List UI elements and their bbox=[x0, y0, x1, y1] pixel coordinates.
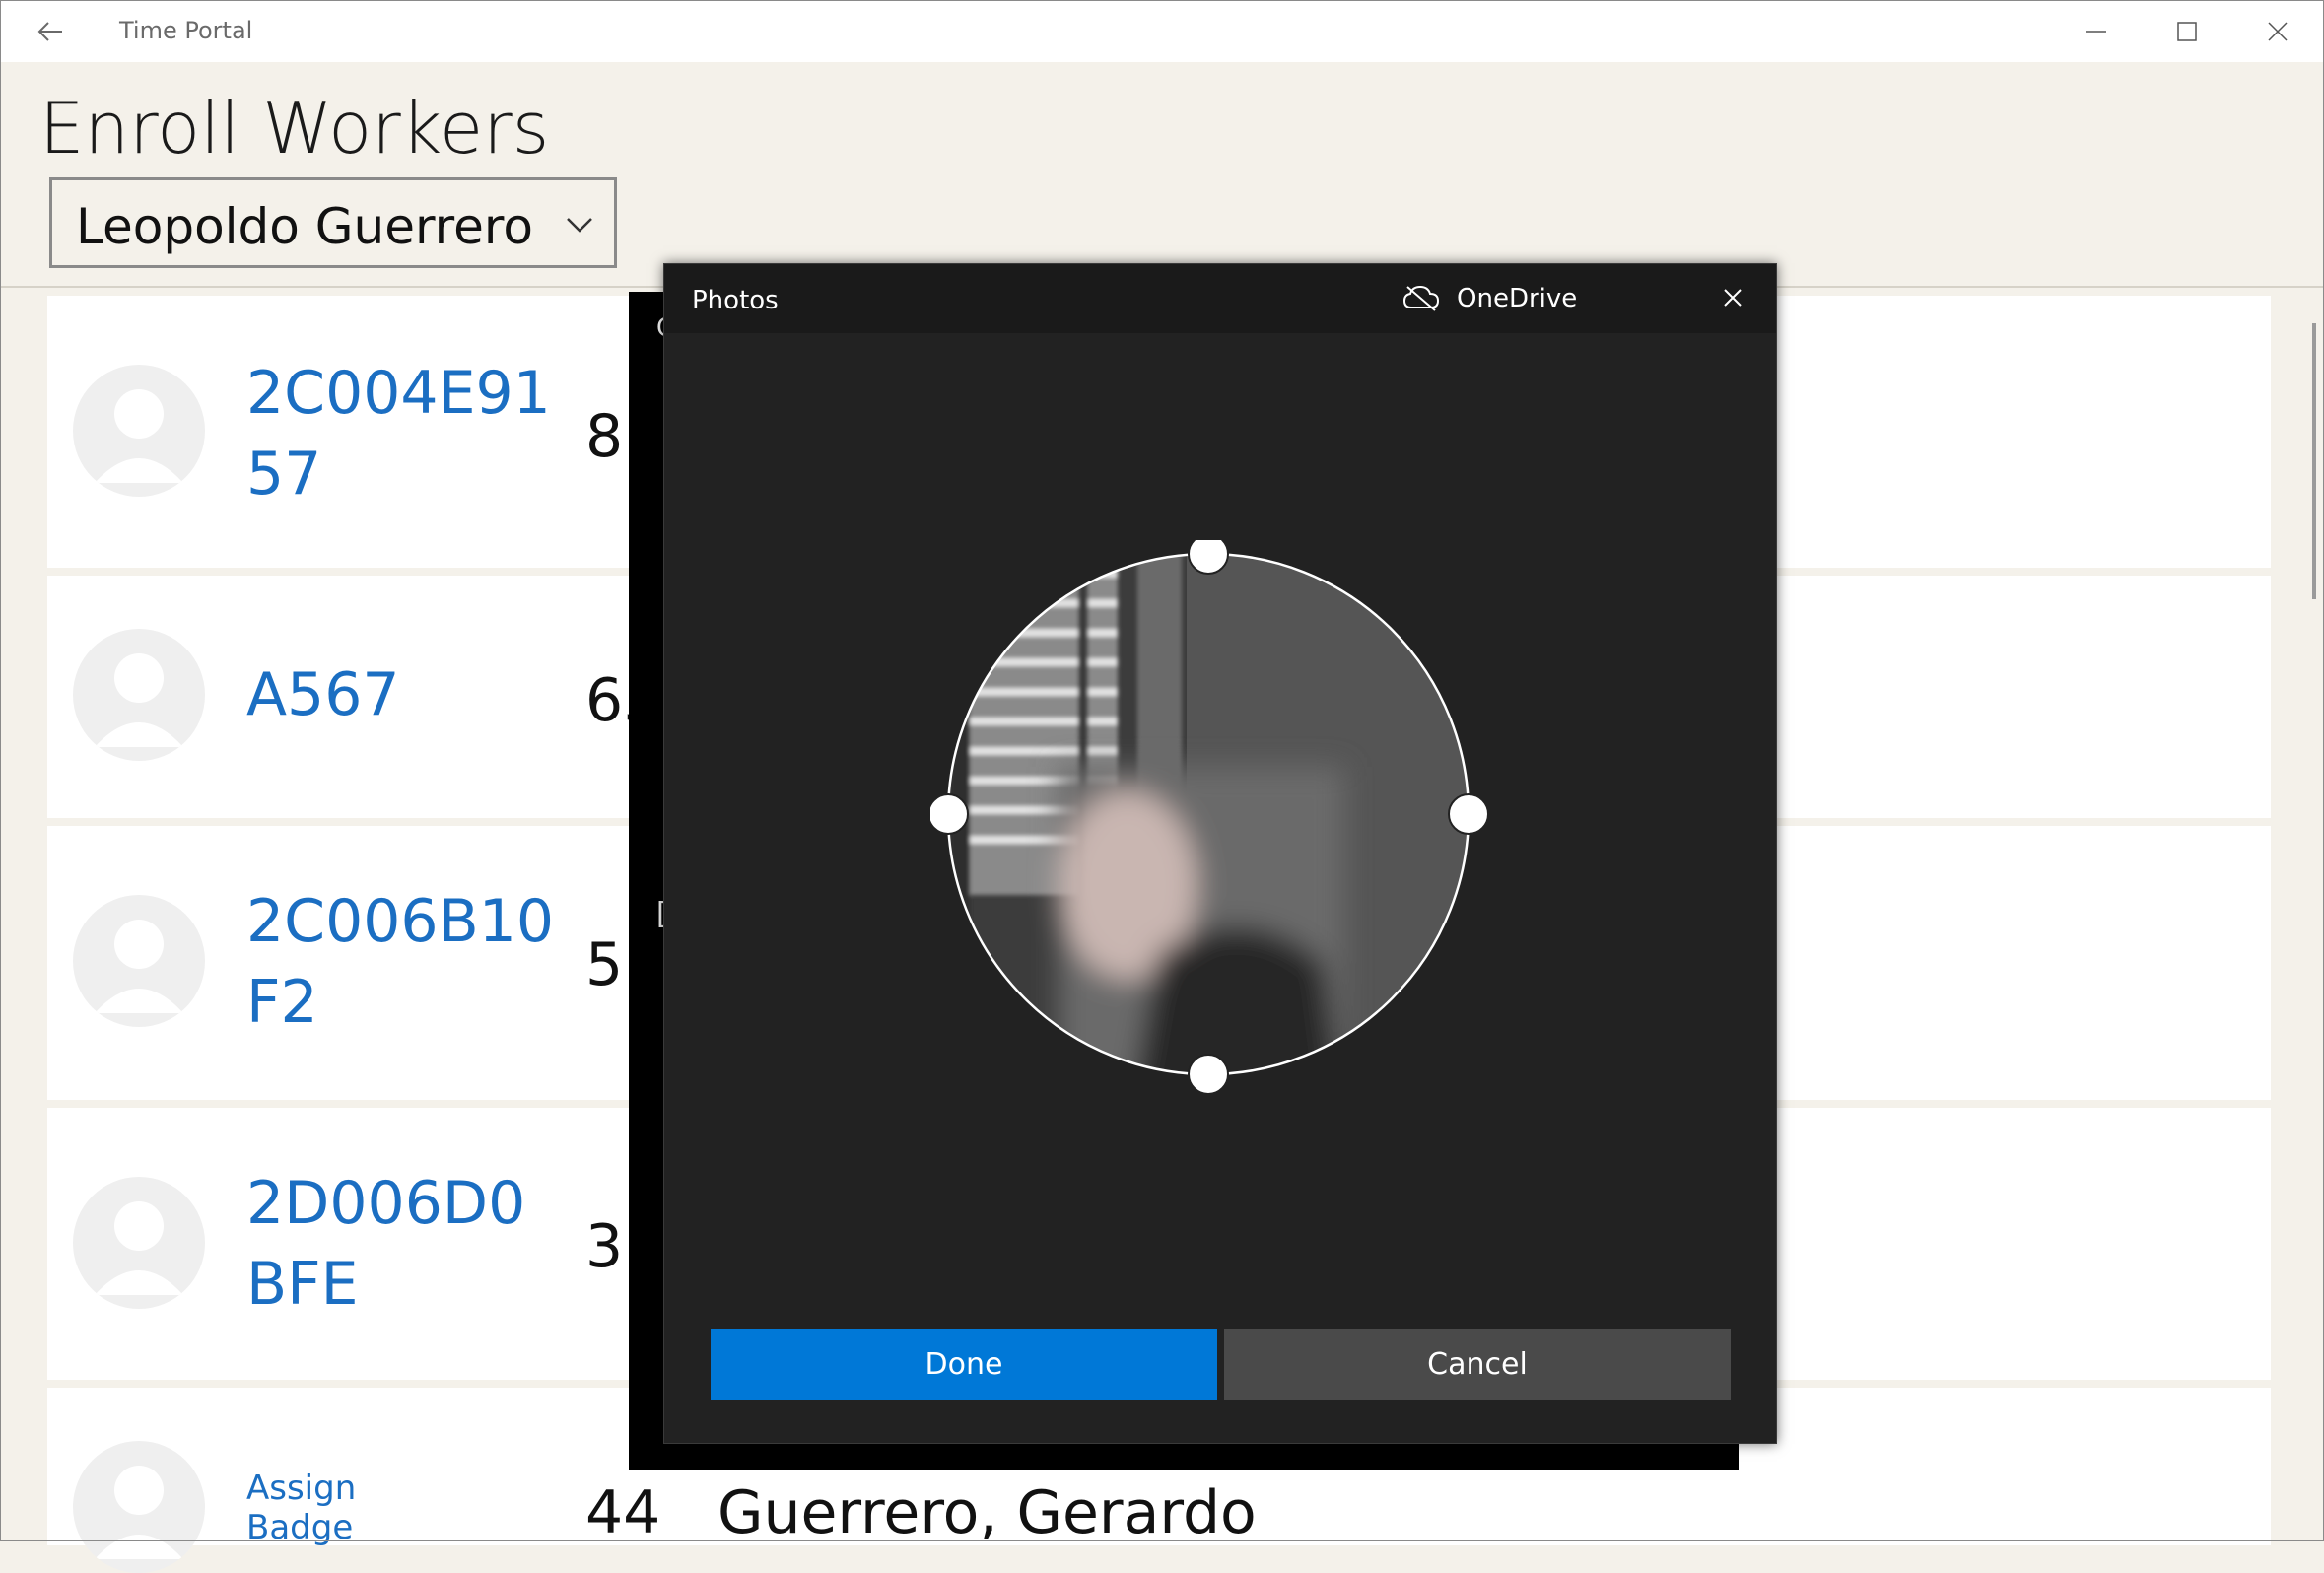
assign-badge-link[interactable]: Assign Badge bbox=[246, 1469, 424, 1547]
assign-badge-line2: Badge bbox=[246, 1508, 354, 1547]
cancel-button[interactable]: Cancel bbox=[1224, 1329, 1731, 1400]
person-icon bbox=[95, 1466, 183, 1559]
crop-handle-bottom[interactable] bbox=[1188, 1054, 1229, 1095]
badge-link[interactable]: 2D006D0BFE bbox=[246, 1163, 562, 1325]
assign-badge-line1: Assign bbox=[246, 1469, 357, 1508]
back-arrow-icon bbox=[37, 22, 62, 41]
app-title: Time Portal bbox=[119, 17, 253, 44]
crop-handle-right[interactable] bbox=[1448, 793, 1489, 835]
avatar bbox=[73, 629, 205, 761]
close-window-button[interactable] bbox=[2232, 1, 2323, 62]
dialog-close-button[interactable] bbox=[1713, 278, 1752, 317]
chevron-down-icon bbox=[567, 218, 592, 233]
onedrive-label[interactable]: OneDrive bbox=[1457, 284, 1577, 313]
badge-link[interactable]: 2C004E9157 bbox=[246, 353, 562, 514]
person-icon bbox=[95, 653, 183, 747]
close-icon bbox=[2268, 22, 2288, 41]
scrollbar-thumb[interactable] bbox=[2312, 323, 2316, 599]
person-icon bbox=[95, 1201, 183, 1295]
page-title: Enroll Workers bbox=[39, 87, 550, 170]
maximize-button[interactable] bbox=[2142, 1, 2232, 62]
cloud-off-icon bbox=[1402, 285, 1440, 311]
worker-select-value: Leopoldo Guerrero bbox=[76, 198, 533, 255]
done-button[interactable]: Done bbox=[711, 1329, 1217, 1400]
badge-link[interactable]: A567 bbox=[246, 654, 562, 735]
avatar bbox=[73, 895, 205, 1027]
photo-crop-dialog: Photos OneDrive Done Cancel bbox=[663, 263, 1777, 1444]
back-button[interactable] bbox=[19, 1, 82, 62]
close-icon bbox=[1724, 289, 1742, 307]
dialog-header: Photos OneDrive bbox=[664, 264, 1776, 333]
worker-name: Guerrero, Gerardo bbox=[718, 1478, 1257, 1547]
crop-preview bbox=[927, 533, 1489, 1095]
worker-select[interactable]: Leopoldo Guerrero bbox=[49, 177, 617, 268]
crop-handle-top[interactable] bbox=[1188, 533, 1229, 575]
crop-handle-left[interactable] bbox=[927, 793, 969, 835]
title-bar: Time Portal bbox=[1, 1, 2323, 62]
avatar bbox=[73, 1441, 205, 1573]
worker-number: 5 bbox=[585, 930, 624, 999]
person-icon bbox=[95, 389, 183, 483]
minimize-button[interactable] bbox=[2051, 1, 2142, 62]
minimize-icon bbox=[2086, 31, 2106, 33]
avatar bbox=[73, 365, 205, 497]
worker-number: 44 bbox=[585, 1478, 661, 1547]
worker-number: 8 bbox=[585, 402, 624, 471]
crop-area[interactable] bbox=[927, 533, 1512, 1122]
maximize-icon bbox=[2177, 22, 2197, 41]
badge-link[interactable]: 2C006B10F2 bbox=[246, 881, 562, 1043]
avatar bbox=[73, 1177, 205, 1309]
person-icon bbox=[95, 920, 183, 1013]
dialog-title: Photos bbox=[692, 286, 779, 315]
